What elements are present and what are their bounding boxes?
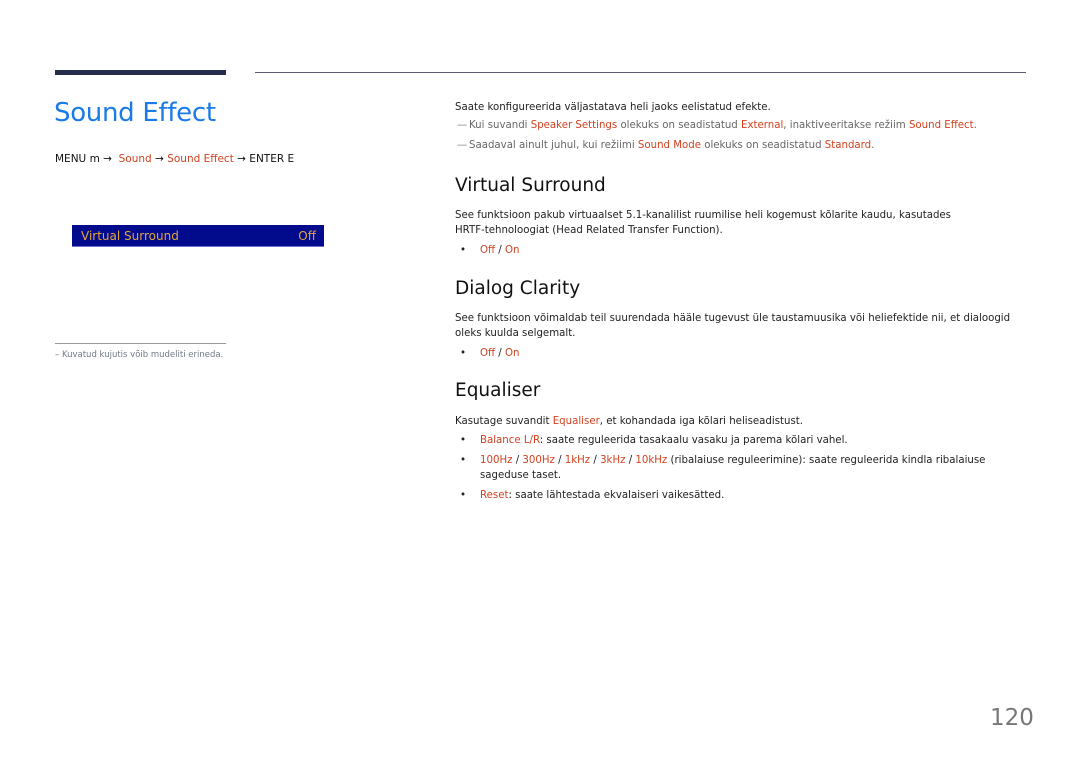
note-dash-icon: — bbox=[457, 140, 468, 151]
note-dash-icon: — bbox=[457, 120, 468, 131]
bullet-icon: • bbox=[460, 435, 467, 446]
equaliser-reset-item: • Reset: saate lähtestada ekvalaiseri va… bbox=[455, 488, 1030, 503]
note-sound-mode: — Saadaval ainult juhul, kui režiimi Soun… bbox=[457, 140, 875, 151]
intro-text: Saate konfigureerida väljastatava heli j… bbox=[455, 102, 771, 113]
breadcrumb: MENU m → Sound → Sound Effect → ENTER E bbox=[55, 153, 294, 165]
breadcrumb-prefix: MENU m → bbox=[55, 153, 112, 165]
image-disclaimer-note: – Kuvatud kujutis võib mudeliti erineda. bbox=[55, 350, 224, 360]
equaliser-description: Kasutage suvandit Equaliser, et kohandad… bbox=[455, 416, 804, 427]
osd-label: Virtual Surround bbox=[81, 228, 179, 243]
section-heading-virtual-surround: Virtual Surround bbox=[455, 175, 606, 196]
bullet-icon: • bbox=[460, 490, 467, 501]
section-heading-dialog-clarity: Dialog Clarity bbox=[455, 278, 581, 299]
breadcrumb-arrow: → bbox=[155, 153, 164, 165]
osd-value: Off bbox=[298, 228, 316, 243]
note-speaker-settings: — Kui suvandi Speaker Settings olekuks on… bbox=[457, 120, 977, 131]
header-rule-thin bbox=[255, 72, 1026, 73]
bullet-icon: • bbox=[460, 348, 467, 359]
breadcrumb-item-sound: Sound bbox=[118, 153, 152, 165]
virtual-surround-description: See funktsioon pakub virtuaalset 5.1-kan… bbox=[455, 210, 951, 236]
virtual-surround-options: • Off / On bbox=[455, 243, 1030, 258]
dialog-clarity-options: • Off / On bbox=[455, 346, 1030, 361]
page-number: 120 bbox=[990, 705, 1034, 731]
dialog-clarity-description: See funktsioon võimaldab teil suurendada… bbox=[455, 313, 1011, 339]
header-rule-thick bbox=[55, 70, 226, 75]
page-title: Sound Effect bbox=[54, 98, 216, 128]
osd-menu-item-virtual-surround: Virtual Surround Off bbox=[72, 225, 324, 247]
breadcrumb-item-sound-effect: Sound Effect bbox=[167, 153, 234, 165]
equaliser-bands-item: • 100Hz / 300Hz / 1kHz / 3kHz / 10kHz (r… bbox=[455, 453, 1030, 483]
equaliser-balance-item: • Balance L/R: saate reguleerida tasakaa… bbox=[455, 433, 1030, 448]
breadcrumb-suffix: → ENTER E bbox=[237, 153, 295, 165]
bullet-icon: • bbox=[460, 455, 467, 466]
section-heading-equaliser: Equaliser bbox=[455, 380, 541, 401]
bullet-icon: • bbox=[460, 245, 467, 256]
footnote-rule bbox=[55, 343, 226, 344]
